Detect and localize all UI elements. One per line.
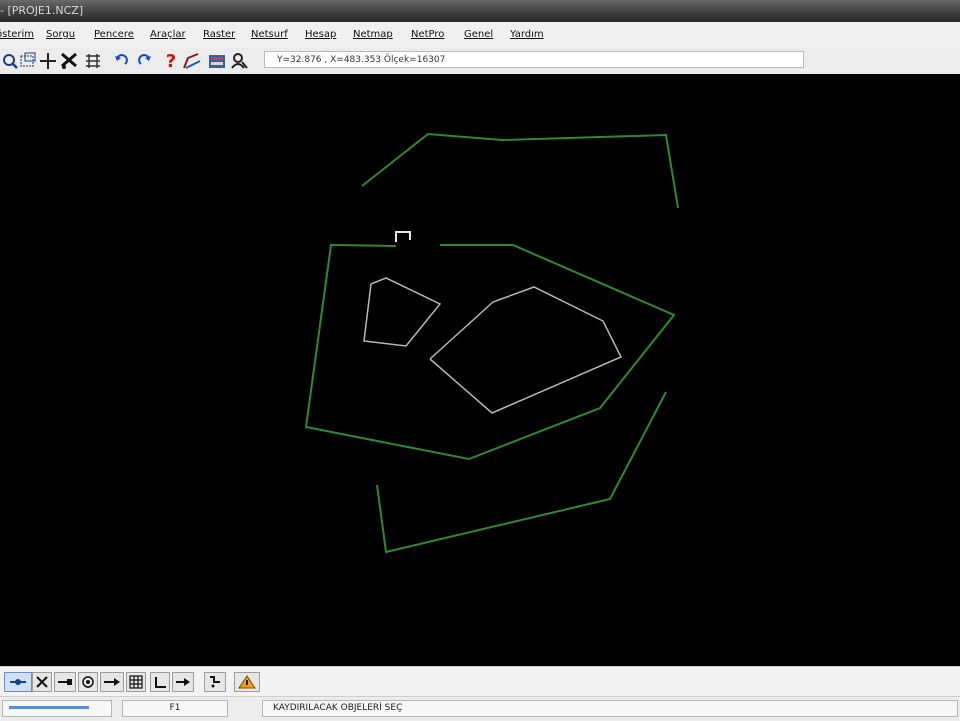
snap-toolbar — [0, 666, 960, 697]
database-icon[interactable] — [207, 51, 227, 71]
coordinate-readout: Y=32.876 , X=483.353 Ölçek=16307 — [264, 51, 804, 68]
menu-netsurf[interactable]: Netsurf — [251, 29, 288, 40]
cursor-marker — [395, 231, 411, 242]
grey-polygon-large — [429, 286, 623, 414]
snap-grid-icon[interactable] — [126, 672, 146, 692]
snap-cross-icon[interactable] — [32, 672, 52, 692]
window-title: - [PROJE1.NCZ] — [0, 4, 84, 17]
menu-gosterim[interactable]: österim — [0, 29, 34, 40]
menu-araclar[interactable]: Araçlar — [150, 29, 186, 40]
snap-point-icon[interactable] — [4, 672, 32, 692]
undo-icon[interactable] — [111, 51, 131, 71]
help-icon[interactable]: ? — [161, 51, 181, 72]
snap-end-icon[interactable] — [54, 672, 76, 692]
snap-next-icon[interactable] — [172, 672, 194, 692]
outer-green-line-top — [361, 132, 679, 209]
menu-yardim[interactable]: Yardım — [510, 29, 544, 40]
zoom-icon[interactable] — [0, 51, 20, 71]
progress-fill — [9, 706, 89, 709]
snap-step-icon[interactable] — [204, 672, 226, 692]
status-message: KAYDIRILACAK OBJELERİ SEÇ — [262, 700, 958, 717]
redo-icon[interactable] — [135, 51, 155, 71]
title-bar: - [PROJE1.NCZ] — [0, 0, 960, 22]
snap-center-icon[interactable] — [78, 672, 98, 692]
menu-raster[interactable]: Raster — [203, 29, 235, 40]
user-search-icon[interactable] — [229, 51, 249, 71]
menu-genel[interactable]: Genel — [464, 29, 493, 40]
menu-pencere[interactable]: Pencere — [94, 29, 134, 40]
pen-icon[interactable] — [182, 51, 202, 71]
warning-icon[interactable] — [234, 672, 260, 692]
function-key-box: F1 — [122, 700, 228, 717]
menu-sorgu[interactable]: Sorgu — [46, 29, 75, 40]
grey-polygon-small — [363, 277, 442, 347]
progress-bar — [2, 700, 112, 717]
menu-bar: österim Sorgu Pencere Araçlar Raster Net… — [0, 22, 960, 49]
scissors-icon[interactable] — [59, 51, 79, 71]
menu-netmap[interactable]: Netmap — [353, 29, 393, 40]
drawing-svg — [304, 132, 679, 554]
drawing-canvas[interactable] — [0, 74, 960, 666]
crosshair-icon[interactable] — [38, 51, 58, 71]
snap-perp-icon[interactable] — [150, 672, 170, 692]
status-bar: F1 KAYDIRILACAK OBJELERİ SEÇ — [0, 696, 960, 721]
snap-arrow-icon[interactable] — [100, 672, 124, 692]
outer-green-line-bottom — [376, 391, 667, 554]
select-window-icon[interactable] — [18, 51, 38, 71]
main-toolbar: ? Y=32.876 , X=483.353 Ölçek=16307 — [0, 48, 960, 75]
grid-tool-icon[interactable] — [83, 51, 103, 71]
menu-netpro[interactable]: NetPro — [411, 29, 444, 40]
menu-hesap[interactable]: Hesap — [305, 29, 336, 40]
